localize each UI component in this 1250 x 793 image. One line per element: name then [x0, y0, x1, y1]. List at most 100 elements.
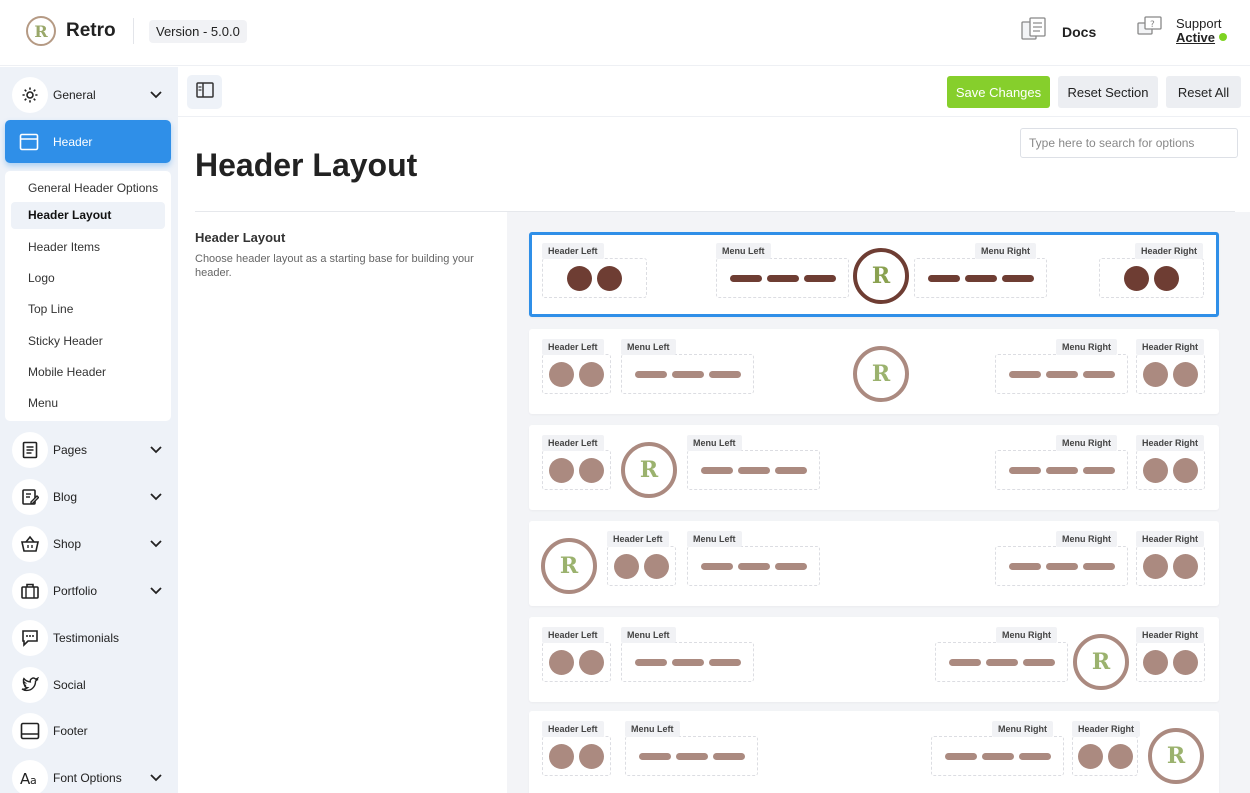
chevron-down-icon[interactable]	[148, 770, 164, 786]
header-layout-option-6[interactable]: Header Left Menu Left Menu Right Header …	[529, 711, 1219, 793]
zone-label: Menu Right	[996, 627, 1057, 643]
zone-label: Header Right	[1136, 627, 1205, 643]
submenu-item-logo[interactable]: Logo	[11, 265, 165, 292]
sidebar-item-footer[interactable]: Footer	[12, 713, 170, 749]
element-dot	[579, 361, 604, 387]
docs-link[interactable]: Docs	[1020, 16, 1096, 47]
menu-bar	[1082, 466, 1115, 474]
submenu-item-menu[interactable]: Menu	[11, 390, 165, 417]
element-dot	[597, 265, 622, 291]
toggle-sidebar-button[interactable]	[187, 75, 222, 109]
zone-header-left	[542, 354, 611, 394]
zone-label: Menu Right	[975, 243, 1036, 259]
menu-bar	[964, 274, 997, 282]
menu-bar	[729, 274, 762, 282]
menu-bar	[675, 752, 708, 760]
sidebar-item-general[interactable]: General	[12, 77, 170, 113]
zone-menu-right	[995, 450, 1128, 490]
header-layout-option-5[interactable]: Header Left Menu Left Menu Right R Heade…	[529, 617, 1219, 702]
submenu-item-sticky-header[interactable]: Sticky Header	[11, 328, 165, 355]
option-description: Choose header layout as a starting base …	[195, 253, 474, 279]
submenu-item-header-items[interactable]: Header Items	[11, 234, 165, 261]
header-layout-option-4[interactable]: R Header Left Menu Left Menu Right Heade…	[529, 521, 1219, 606]
zone-label: Header Right	[1136, 339, 1205, 355]
logo-placeholder-icon: R	[1148, 728, 1204, 784]
support-label: Support	[1176, 15, 1222, 31]
element-dot	[549, 457, 574, 483]
save-changes-button[interactable]: Save Changes	[947, 76, 1050, 108]
menu-bar	[708, 370, 741, 378]
zone-header-right	[1136, 642, 1205, 682]
menu-bar	[708, 658, 741, 666]
menu-bar	[671, 370, 704, 378]
chevron-down-icon[interactable]	[148, 536, 164, 552]
zone-header-left	[542, 642, 611, 682]
element-dot	[579, 649, 604, 675]
chevron-down-icon[interactable]	[148, 583, 164, 599]
submenu-item-top-line[interactable]: Top Line	[11, 296, 165, 323]
menu-bar	[737, 466, 770, 474]
search-input[interactable]	[1020, 128, 1238, 158]
element-dot	[1173, 553, 1198, 579]
element-dot	[1124, 265, 1149, 291]
briefcase-icon	[12, 573, 48, 609]
submenu-item-general-header-options[interactable]: General Header Options	[11, 175, 165, 202]
chevron-down-icon[interactable]	[148, 489, 164, 505]
zone-label: Menu Left	[621, 339, 676, 355]
submenu-item-header-layout[interactable]: Header Layout	[11, 202, 165, 229]
reset-section-button[interactable]: Reset Section	[1058, 76, 1158, 108]
sidebar-item-label: General	[53, 88, 96, 102]
element-dot	[1077, 743, 1103, 769]
sidebar-item-testimonials[interactable]: Testimonials	[12, 620, 170, 656]
header-layout-option-3[interactable]: Header Left R Menu Left Menu Right Heade…	[529, 425, 1219, 510]
zone-header-left	[607, 546, 676, 586]
zone-menu-right	[914, 258, 1047, 298]
logo-placeholder-icon: R	[621, 442, 677, 498]
sidebar-item-shop[interactable]: Shop	[12, 526, 170, 562]
menu-bar	[774, 562, 807, 570]
menu-bar	[737, 562, 770, 570]
support-link[interactable]: ? Support Active	[1136, 15, 1228, 46]
sidebar-item-blog[interactable]: Blog	[12, 479, 170, 515]
zone-label: Menu Right	[1056, 531, 1117, 547]
submenu-item-mobile-header[interactable]: Mobile Header	[11, 359, 165, 386]
zone-label: Header Right	[1072, 721, 1141, 737]
sidebar-item-portfolio[interactable]: Portfolio	[12, 573, 170, 609]
menu-bar	[700, 562, 733, 570]
logo-placeholder-icon: R	[1073, 634, 1129, 690]
element-dot	[567, 265, 592, 291]
menu-bar	[1018, 752, 1051, 760]
menu-bar	[1045, 562, 1078, 570]
element-dot	[579, 743, 604, 769]
header-layout-option-2[interactable]: Header Left Menu Left R Menu Right Heade…	[529, 329, 1219, 414]
header-layout-option-1[interactable]: Header Left Menu Left R Menu Right Heade…	[529, 232, 1219, 317]
sidebar-item-social[interactable]: Social	[12, 667, 170, 703]
sidebar-item-font-options[interactable]: Aa Font Options	[12, 760, 170, 793]
menu-bar	[774, 466, 807, 474]
sidebar-item-pages[interactable]: Pages	[12, 432, 170, 468]
zone-menu-left	[625, 736, 758, 776]
reset-all-button[interactable]: Reset All	[1166, 76, 1241, 108]
zone-label: Header Left	[542, 627, 604, 643]
svg-text:a: a	[30, 774, 37, 787]
sidebar-item-header[interactable]: Header	[5, 120, 171, 163]
zone-label: Header Left	[607, 531, 669, 547]
basket-icon	[12, 526, 48, 562]
menu-bar	[1045, 370, 1078, 378]
element-dot	[1173, 361, 1198, 387]
chevron-down-icon[interactable]	[148, 442, 164, 458]
zone-label: Header Left	[542, 721, 604, 737]
pages-icon	[12, 432, 48, 468]
element-dot	[1107, 743, 1133, 769]
brand-divider	[132, 18, 134, 44]
version-badge: Version - 5.0.0	[149, 20, 247, 43]
logo-placeholder-icon: R	[541, 538, 597, 594]
zone-header-right	[1072, 736, 1138, 776]
sidebar-item-label: Testimonials	[53, 631, 120, 645]
zone-menu-left	[621, 642, 754, 682]
chevron-down-icon[interactable]	[148, 87, 164, 103]
gear-icon	[12, 77, 48, 113]
brand[interactable]: R Retro	[26, 16, 134, 46]
sidebar-item-label: Social	[53, 678, 86, 692]
menu-bar	[634, 658, 667, 666]
